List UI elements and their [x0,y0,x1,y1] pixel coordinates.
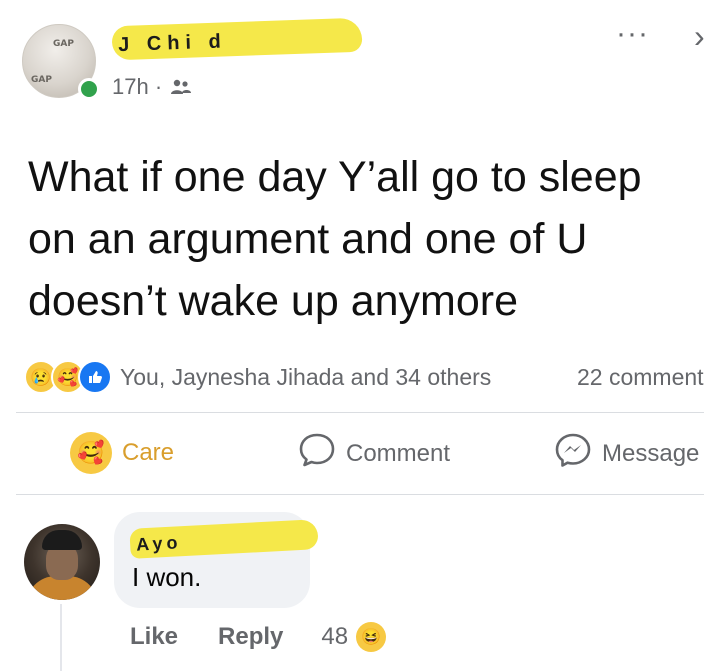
reaction-icons[interactable]: 😢 🥰 [24,360,112,394]
thread-line [60,604,62,671]
comment-count[interactable]: 22 comment [577,364,720,391]
comment-icon [298,432,336,475]
care-icon: 🥰 [70,432,112,474]
message-button[interactable]: Message [554,432,699,475]
author-name-fragment: J Chi d [117,30,228,57]
messenger-icon [554,432,592,475]
friends-icon [170,78,192,96]
comment-label: Comment [346,439,451,467]
post-timestamp[interactable]: 17h · [112,74,162,100]
care-label: Care [122,439,175,466]
author-name-redacted[interactable]: J Chi d [111,17,363,61]
commenter-name-fragment: Ayo [135,532,182,555]
message-label: Message [602,439,700,467]
like-reaction-icon [78,360,112,394]
comment-like-link[interactable]: Like [130,623,178,651]
divider-top [16,412,704,413]
haha-reaction-icon[interactable]: 😆 [356,622,387,652]
divider-bottom [16,494,704,495]
more-horizontal-icon[interactable]: ··· [616,19,649,49]
avatar-shirt-text: GAP [53,39,74,49]
close-chevron-icon[interactable]: › [694,20,705,52]
online-status-dot [78,78,100,100]
commenter-avatar[interactable] [24,524,100,600]
comment-actions: Like Reply 48 😆 [130,622,387,652]
comment-text: I won. [132,562,202,592]
comment-reply-link[interactable]: Reply [218,623,283,651]
comment-button[interactable]: Comment [298,432,450,475]
post-meta: 17h · [112,74,192,100]
post-text: What if one day Y’all go to sleep on an … [28,153,642,325]
care-button[interactable]: 🥰 Care [70,432,174,474]
reactors-summary[interactable]: You, Jaynesha Jihada and 34 others [120,364,491,391]
comment-reaction-count[interactable]: 48 [321,623,348,651]
avatar-shirt-text-lower: GAP [31,75,52,85]
